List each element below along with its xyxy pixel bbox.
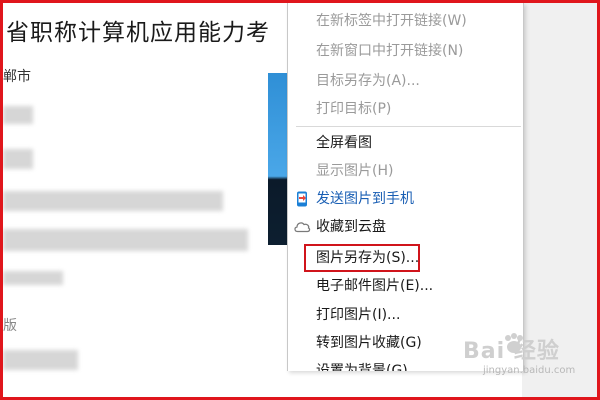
menu-item-open-new-tab[interactable]: 在新标签中打开链接(W) <box>288 9 523 33</box>
page-title: 省职称计算机应用能力考 <box>6 20 270 46</box>
menu-item-print-image[interactable]: 打印图片(I)... <box>288 303 523 327</box>
phone-icon <box>293 191 311 207</box>
menu-separator <box>296 126 521 127</box>
menu-item-email-image[interactable]: 电子邮件图片(E)... <box>288 274 523 298</box>
watermark: Bai 经验 jingyan.baidu.com <box>463 333 575 376</box>
watermark-url: jingyan.baidu.com <box>483 365 576 376</box>
menu-item-open-new-window[interactable]: 在新窗口中打开链接(N) <box>288 39 523 63</box>
menu-item-save-image-as[interactable]: 图片另存为(S)... <box>288 246 523 270</box>
menu-item-print-target[interactable]: 打印目标(P) <box>288 97 523 121</box>
cloud-icon <box>293 219 311 235</box>
menu-item-save-target-as[interactable]: 目标另存为(A)... <box>288 69 523 93</box>
menu-item-send-to-phone[interactable]: 发送图片到手机 <box>288 187 523 211</box>
context-menu: 在新标签中打开链接(W) 在新窗口中打开链接(N) 目标另存为(A)... 打印… <box>287 3 524 371</box>
blurred-text <box>3 271 63 285</box>
page-sub-label: 郸市 <box>3 69 31 85</box>
blurred-text <box>3 149 33 169</box>
blurred-text <box>3 229 248 251</box>
menu-item-fullscreen-view[interactable]: 全屏看图 <box>288 131 523 155</box>
blurred-text <box>3 106 33 124</box>
blurred-text <box>3 191 223 211</box>
paw-icon <box>501 331 527 357</box>
blurred-text <box>3 350 78 370</box>
menu-item-show-image[interactable]: 显示图片(H) <box>288 159 523 183</box>
menu-item-save-to-cloud[interactable]: 收藏到云盘 <box>288 215 523 239</box>
page-sub-label-2: 版 <box>3 318 17 334</box>
